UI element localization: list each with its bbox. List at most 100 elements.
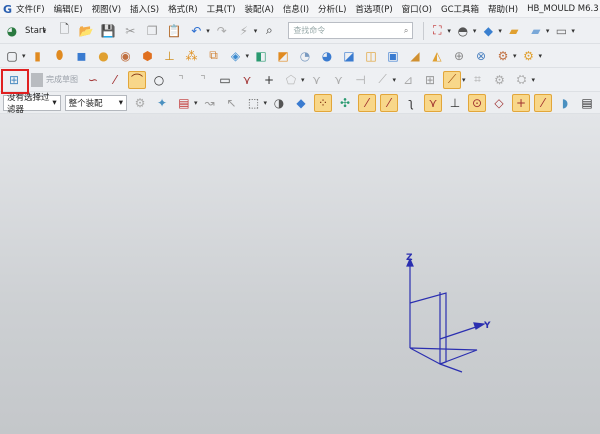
select-features-icon[interactable]: ✦ <box>153 94 171 112</box>
profile-icon[interactable]: ∽ <box>84 71 102 89</box>
snap-curve-icon[interactable]: ʅ <box>402 94 420 112</box>
cut-icon[interactable]: ✂ <box>121 22 139 40</box>
show-constraints-icon[interactable]: ⟋ <box>443 70 462 89</box>
command-finder-icon[interactable]: ⌕ <box>260 22 278 40</box>
menu-item[interactable]: 编辑(E) <box>54 3 83 15</box>
polygon-icon[interactable]: ⋎ <box>238 71 256 89</box>
menu-item[interactable]: 插入(S) <box>130 3 159 15</box>
quick-extend-icon[interactable]: ⋎ <box>330 71 348 89</box>
pattern-icon[interactable]: ⁂ <box>183 47 201 65</box>
select-face-icon[interactable]: ▤ <box>175 94 193 112</box>
component-icon[interactable]: ⚙ <box>520 47 538 65</box>
snap-line-icon[interactable]: ⁄ <box>380 93 398 112</box>
mirror-icon[interactable]: ⧉ <box>205 47 223 65</box>
block-icon[interactable]: ◼ <box>73 47 91 65</box>
new-file-icon[interactable]: 🗋 <box>55 22 73 40</box>
menu-item[interactable]: HB_MOULD M6.3 <box>527 4 599 14</box>
snap-existing-point-icon[interactable]: + <box>512 93 530 112</box>
dropdown-arrow-icon[interactable]: ▾ <box>206 27 210 35</box>
menu-item[interactable]: 格式(R) <box>168 3 198 15</box>
dropdown-arrow-icon[interactable]: ▾ <box>539 52 543 60</box>
assembly-icon[interactable]: ⚙ <box>494 47 512 65</box>
start-button[interactable]: ◕ Start ▾ <box>3 22 49 40</box>
repeat-command-icon[interactable]: ⚡ <box>235 22 253 40</box>
relations-icon[interactable]: ⛭ <box>513 71 531 89</box>
rectangle-select-icon[interactable]: ⬚ <box>244 94 262 112</box>
menu-item[interactable]: GC工具箱 <box>441 3 479 15</box>
open-folder-icon[interactable]: 📂 <box>77 22 95 40</box>
dropdown-arrow-icon[interactable]: ▾ <box>22 52 26 60</box>
fit-view-icon[interactable]: ⛶ <box>428 22 446 40</box>
fillet-icon[interactable]: ⌝ <box>172 71 190 89</box>
thicken-icon[interactable]: ◢ <box>406 47 424 65</box>
constraint-icon[interactable]: ⟋ <box>374 71 392 89</box>
chamfer-sketch-icon[interactable]: ⌝ <box>194 71 212 89</box>
edge-blend-icon[interactable]: ◔ <box>296 47 314 65</box>
offset-face-icon[interactable]: ▣ <box>384 47 402 65</box>
show-hide-icon[interactable]: ◑ <box>270 94 288 112</box>
menu-item[interactable]: 信息(I) <box>283 3 309 15</box>
convert-reference-icon[interactable]: ⌗ <box>469 71 487 89</box>
snap-on-surface-icon[interactable]: ◗ <box>556 94 574 112</box>
section-view-icon[interactable]: ⊕ <box>450 47 468 65</box>
hole-icon[interactable]: ◉ <box>117 47 135 65</box>
select-edge-icon[interactable]: ↖ <box>222 94 240 112</box>
dropdown-arrow-icon[interactable]: ▾ <box>571 27 575 35</box>
revolve-icon[interactable]: ⬮ <box>51 47 69 65</box>
layer-icon[interactable]: ▤ <box>578 94 596 112</box>
dropdown-arrow-icon[interactable]: ▾ <box>447 27 451 35</box>
offset-curve-icon[interactable]: ⬠ <box>282 71 300 89</box>
sketch-rectangle-icon[interactable]: ▢ <box>3 47 21 65</box>
make-corner-icon[interactable]: ⊣ <box>352 71 370 89</box>
dropdown-arrow-icon[interactable]: ▾ <box>246 52 250 60</box>
snap-control-icon[interactable]: ✣ <box>336 94 354 112</box>
redo-icon[interactable]: ↷ <box>213 22 231 40</box>
trim-body-icon[interactable]: ◩ <box>274 47 292 65</box>
scope-dropdown[interactable]: 整个装配 ▾ <box>64 94 127 111</box>
dropdown-arrow-icon[interactable]: ▾ <box>498 27 502 35</box>
pad-icon[interactable]: ⊥ <box>161 47 179 65</box>
rectangle-icon[interactable]: ▭ <box>216 71 234 89</box>
circle-icon[interactable]: ○ <box>150 71 168 89</box>
sew-icon[interactable]: ◭ <box>428 47 446 65</box>
dropdown-arrow-icon[interactable]: ▾ <box>513 52 517 60</box>
menu-item[interactable]: 首选项(P) <box>355 3 392 15</box>
filter-settings-icon[interactable]: ⚙ <box>131 94 149 112</box>
snap-intersection-icon[interactable]: ⋎ <box>424 93 442 112</box>
cube-select-icon[interactable]: ◆ <box>292 94 310 112</box>
quick-trim-icon[interactable]: ⋎ <box>308 71 326 89</box>
point-icon[interactable]: + <box>260 71 278 89</box>
auto-constraint-icon[interactable]: ⊞ <box>421 71 439 89</box>
line-icon[interactable]: ⁄ <box>106 71 124 89</box>
shaded-cube-icon[interactable]: ◆ <box>479 22 497 40</box>
menu-item[interactable]: 工具(T) <box>207 3 236 15</box>
dropdown-arrow-icon[interactable]: ▾ <box>263 99 267 107</box>
dropdown-arrow-icon[interactable]: ▾ <box>546 27 550 35</box>
snap-perpendicular-icon[interactable]: ⊥ <box>446 94 464 112</box>
dropdown-arrow-icon[interactable]: ▾ <box>301 76 305 84</box>
menu-item[interactable]: 文件(F) <box>16 3 45 15</box>
snap-quadrant-icon[interactable]: ◇ <box>490 94 508 112</box>
chamfer-icon[interactable]: ◕ <box>318 47 336 65</box>
snap-center-icon[interactable]: ⊙ <box>468 93 486 112</box>
dropdown-arrow-icon[interactable]: ▾ <box>194 99 198 107</box>
graphics-window[interactable]: Z Y <box>0 114 600 434</box>
copy-icon[interactable]: ❐ <box>143 22 161 40</box>
sphere-icon[interactable]: ● <box>95 47 113 65</box>
select-curves-icon[interactable]: ↝ <box>200 94 218 112</box>
undo-icon[interactable]: ↶ <box>187 22 205 40</box>
selection-filter-dropdown[interactable]: 没有选择过滤器 ▾ <box>3 93 61 115</box>
dropdown-arrow-icon[interactable]: ▾ <box>254 27 258 35</box>
layer-folder-icon[interactable]: ▰ <box>505 22 523 40</box>
datum-plane-icon[interactable]: ◧ <box>252 47 270 65</box>
menu-item[interactable]: 窗口(O) <box>402 3 432 15</box>
paste-icon[interactable]: 📋 <box>165 22 183 40</box>
command-search-input[interactable]: 查找命令 ⌕ <box>288 22 414 39</box>
shell-icon[interactable]: ◪ <box>340 47 358 65</box>
draft-icon[interactable]: ◫ <box>362 47 380 65</box>
render-style-icon[interactable]: ◓ <box>454 22 472 40</box>
dropdown-arrow-icon[interactable]: ▾ <box>462 76 466 84</box>
dimension-icon[interactable]: ⊿ <box>399 71 417 89</box>
menu-item[interactable]: 视图(V) <box>92 3 121 15</box>
arc-icon[interactable]: ⌒ <box>128 70 146 89</box>
